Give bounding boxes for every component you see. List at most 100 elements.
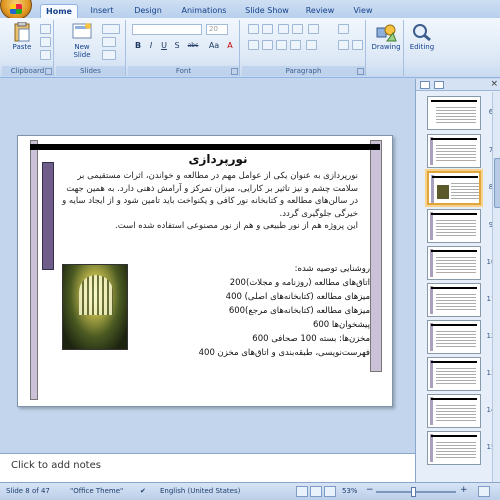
scrollbar-thumb[interactable] (494, 158, 500, 208)
drawing-label: Drawing (371, 43, 401, 51)
editing-button[interactable]: Editing (406, 22, 438, 51)
slide-thumbnail[interactable] (427, 246, 481, 280)
strikethrough-button[interactable]: abc (184, 40, 202, 51)
new-slide-label-2: Slide (73, 51, 91, 59)
slideshow-view-icon[interactable] (324, 486, 336, 497)
font-label: Font (128, 66, 239, 76)
slide-left-bar (30, 140, 38, 400)
slide-thumbnail[interactable] (427, 357, 481, 391)
align-center-icon[interactable] (262, 40, 273, 50)
new-slide-icon (72, 23, 92, 39)
slide-thumbnail-selected[interactable] (427, 171, 481, 205)
layout-icon[interactable] (102, 24, 120, 34)
slide-canvas[interactable]: نورپردازی نورپردازی به عنوان یکی از عوام… (17, 135, 393, 407)
ribbon-tab-bar: Home Insert Design Animations Slide Show… (0, 0, 500, 20)
font-name-combo[interactable] (132, 24, 202, 35)
align-text-icon[interactable] (338, 40, 349, 50)
slide-accent-bar (42, 162, 54, 270)
clipboard-launcher-icon[interactable] (45, 68, 52, 75)
paragraph-launcher-icon[interactable] (357, 68, 364, 75)
slide-thumbnail[interactable] (427, 134, 481, 168)
align-right-icon[interactable] (276, 40, 287, 50)
line-spacing-icon[interactable] (308, 24, 319, 34)
font-size-combo[interactable]: 20 (206, 24, 228, 35)
align-left-icon[interactable] (248, 40, 259, 50)
slide-thumbnail[interactable] (427, 283, 481, 317)
format-painter-icon[interactable] (40, 50, 51, 60)
list-item: میزهای مطالعه (کتابخانه‌های مرجع)600 (228, 306, 370, 316)
decrease-indent-icon[interactable] (278, 24, 289, 34)
columns-icon[interactable] (306, 40, 317, 50)
notes-pane[interactable]: Click to add notes (0, 453, 415, 482)
list-item: میزهای مطالعه (کتابخانه‌های اصلی) 400 (225, 292, 370, 302)
shapes-icon (376, 24, 397, 42)
tab-review[interactable]: Review (302, 4, 338, 18)
list-item: پیشخوان‌ها 600 (312, 320, 370, 330)
bold-button[interactable]: B (132, 40, 144, 51)
paste-button[interactable]: Paste (8, 22, 36, 51)
font-color-button[interactable]: A (224, 40, 236, 51)
increase-indent-icon[interactable] (292, 24, 303, 34)
text-direction-icon[interactable] (338, 24, 349, 34)
slide-thumbnail[interactable] (427, 431, 481, 465)
thumbnail-scrollbar[interactable] (492, 92, 500, 482)
outline-tab-icon[interactable] (434, 81, 444, 89)
tab-animations[interactable]: Animations (176, 4, 232, 18)
slide-paragraph[interactable]: نورپردازی به عنوان یکی از عوامل مهم در م… (58, 170, 358, 233)
slide-thumbnail[interactable] (427, 96, 481, 130)
spellcheck-icon[interactable]: ✔ (140, 487, 146, 495)
notes-placeholder: Click to add notes (11, 460, 101, 471)
slide-paragraph-text: نورپردازی به عنوان یکی از عوامل مهم در م… (62, 171, 358, 219)
numbering-icon[interactable] (262, 24, 273, 34)
slide-thumbnail[interactable] (427, 394, 481, 428)
font-launcher-icon[interactable] (231, 68, 238, 75)
theme-name: "Office Theme" (70, 487, 124, 495)
drawing-group: Drawing (368, 20, 404, 76)
window-light-pattern (79, 275, 113, 315)
slides-tab-icon[interactable] (420, 81, 430, 89)
zoom-slider[interactable] (376, 491, 456, 493)
tab-insert[interactable]: Insert (84, 4, 120, 18)
zoom-in-icon[interactable]: + (460, 485, 468, 495)
slide-counter: Slide 8 of 47 (6, 487, 50, 495)
slide-right-bar (370, 140, 382, 372)
italic-button[interactable]: I (145, 40, 157, 51)
delete-icon[interactable] (102, 50, 116, 60)
zoom-out-icon[interactable]: − (366, 485, 374, 495)
change-case-button[interactable]: Aa (206, 40, 222, 51)
language-indicator[interactable]: English (United States) (160, 487, 240, 495)
status-bar: Slide 8 of 47 "Office Theme" ✔ English (… (0, 482, 500, 500)
close-pane-icon[interactable]: × (490, 79, 498, 89)
drawing-button[interactable]: Drawing (370, 22, 402, 51)
slide-thumbnail[interactable] (427, 320, 481, 354)
smartart-icon[interactable] (352, 40, 363, 50)
paragraph-label: Paragraph (242, 66, 365, 76)
new-slide-button[interactable]: New Slide (66, 22, 98, 59)
tab-slide-show[interactable]: Slide Show (242, 4, 292, 18)
slide-title[interactable]: نورپردازی (158, 152, 278, 166)
office-button[interactable] (0, 0, 32, 20)
find-icon (413, 24, 431, 42)
lighting-list[interactable]: روشنایی توصیه شده: اتاق‌های مطالعه (روزن… (134, 262, 370, 360)
underline-button[interactable]: U (158, 40, 170, 51)
bullets-icon[interactable] (248, 24, 259, 34)
paste-label: Paste (12, 43, 32, 51)
zoom-slider-knob[interactable] (411, 487, 416, 497)
copy-icon[interactable] (40, 37, 51, 47)
tab-design[interactable]: Design (128, 4, 168, 18)
mosque-window-image[interactable] (62, 264, 128, 350)
reset-icon[interactable] (102, 37, 116, 47)
tab-view[interactable]: View (348, 4, 378, 18)
shadow-button[interactable]: S (171, 40, 183, 51)
justify-icon[interactable] (290, 40, 301, 50)
cut-icon[interactable] (40, 24, 51, 34)
normal-view-icon[interactable] (296, 486, 308, 497)
fit-to-window-icon[interactable] (478, 486, 490, 497)
zoom-level[interactable]: 53% (342, 487, 358, 495)
font-group: 20 B I U S abc Aa A Font (128, 20, 240, 76)
list-item: روشنایی توصیه شده: (294, 264, 370, 274)
tab-home[interactable]: Home (40, 4, 78, 18)
slide-sorter-icon[interactable] (310, 486, 322, 497)
paragraph-group: Paragraph (242, 20, 366, 76)
slide-thumbnail[interactable] (427, 209, 481, 243)
